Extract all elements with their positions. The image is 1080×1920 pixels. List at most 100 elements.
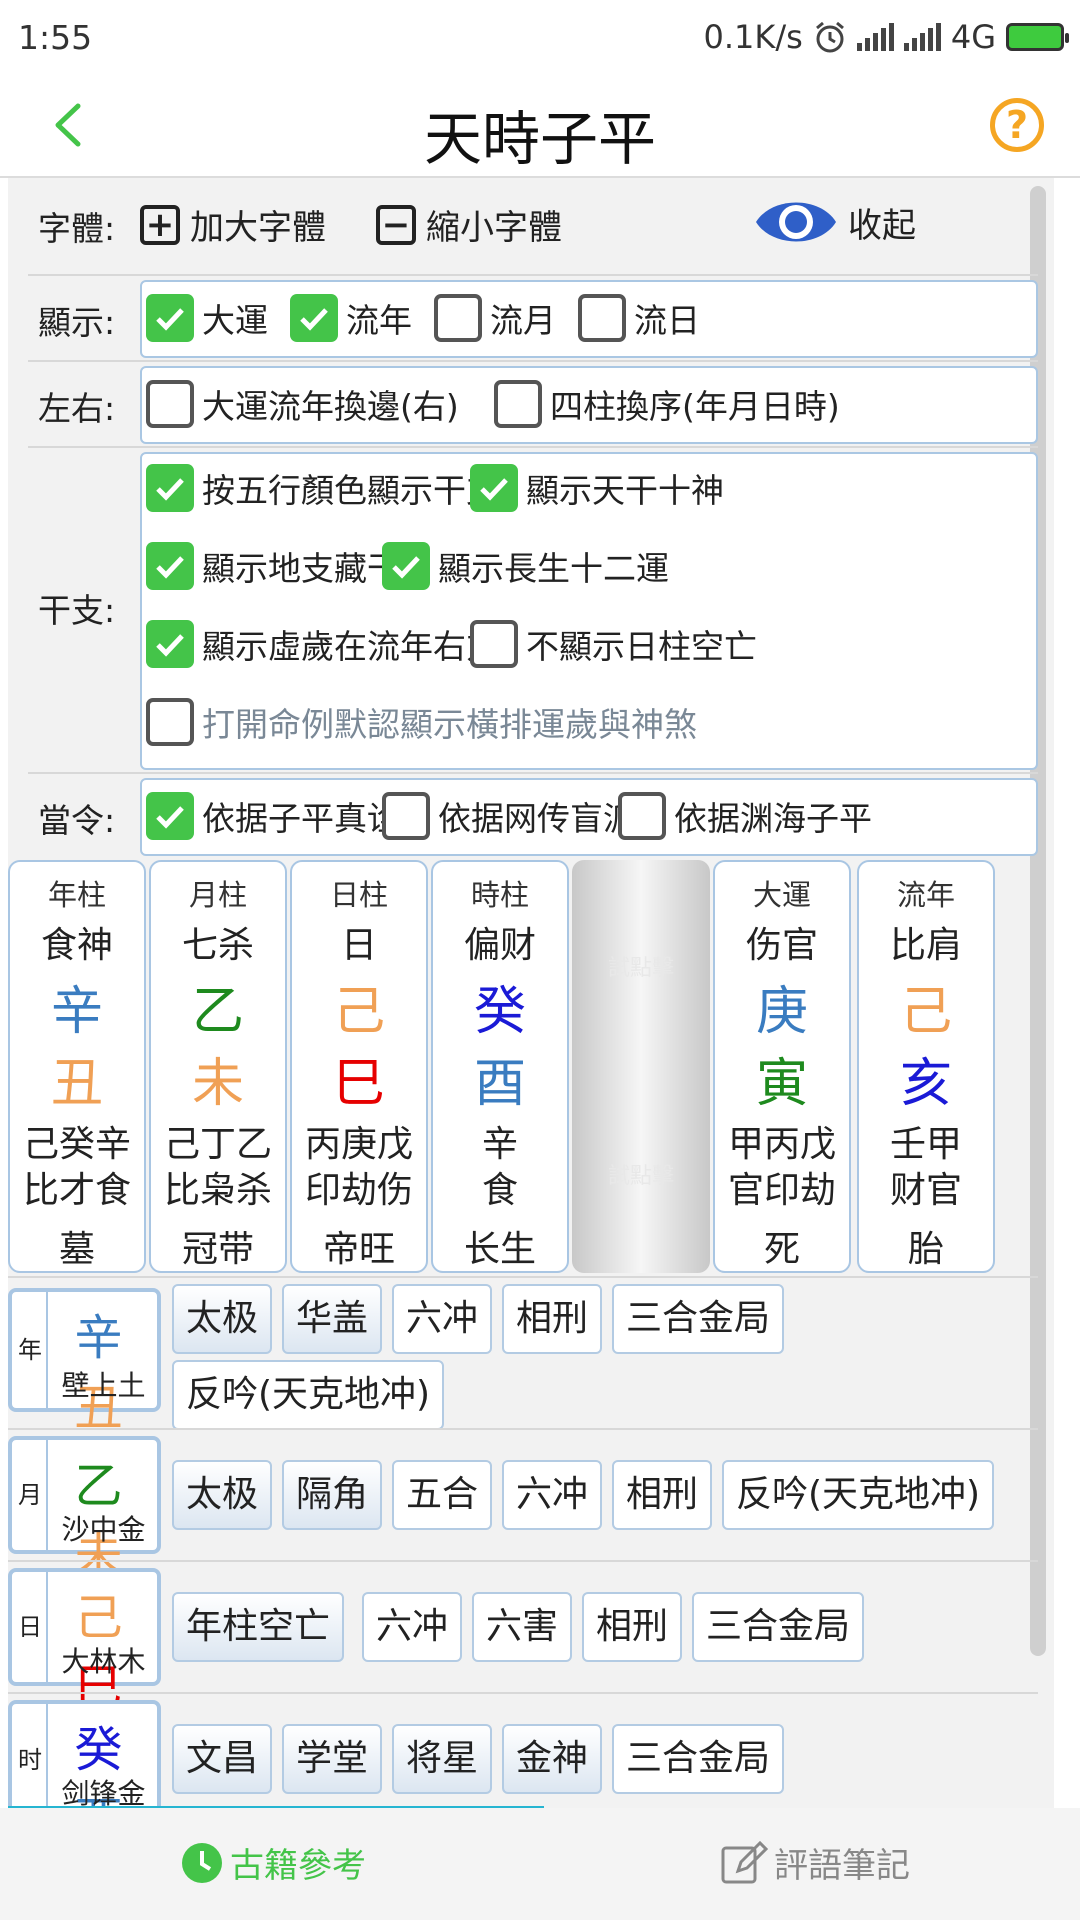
tap-hint-top: 試點擊 bbox=[607, 956, 674, 981]
alarm-icon bbox=[815, 21, 844, 53]
minus-icon: − bbox=[376, 204, 416, 245]
tag-wuhe[interactable]: 五合 bbox=[392, 1460, 493, 1530]
detail-row-day: 日 己巳 大林木 年柱空亡 六冲 六害 相刑 三合金局 bbox=[8, 1560, 1038, 1716]
checkbox-liuyue[interactable]: 流月 bbox=[434, 294, 556, 342]
pillar-liunian[interactable]: 流年 比肩 己 亥 壬甲 财官 胎 bbox=[857, 860, 995, 1273]
dangling-options: 依据子平真诠 依据网传盲派 依据渊海子平 bbox=[140, 778, 1038, 856]
status-icons: 0.1K/s 4G bbox=[703, 18, 1069, 56]
tag-liuchong[interactable]: 六冲 bbox=[362, 1592, 463, 1662]
pillar-month[interactable]: 月柱 七杀 乙 未 己丁乙 比枭杀 冠带 bbox=[149, 860, 287, 1273]
tab-notes[interactable]: 評語筆記 bbox=[720, 1838, 910, 1887]
checkbox-changsheng[interactable]: 顯示長生十二運 bbox=[382, 542, 669, 590]
checkbox-xusui[interactable]: 顯示虛歲在流年右方 bbox=[146, 620, 499, 668]
unchecked-icon bbox=[494, 380, 542, 428]
tag-fanyin[interactable]: 反吟(天克地冲) bbox=[172, 1360, 445, 1430]
font-row: 字體: + 加大字體 − 縮小字體 收起 bbox=[28, 178, 1038, 274]
tag-liuhai[interactable]: 六害 bbox=[472, 1592, 573, 1662]
signal-icon bbox=[856, 23, 894, 51]
unchecked-icon bbox=[434, 294, 482, 342]
unchecked-icon bbox=[146, 380, 194, 428]
ganzhi-label-month[interactable]: 月 乙未 沙中金 bbox=[8, 1436, 161, 1584]
status-time: 1:55 bbox=[18, 17, 93, 57]
tag-fanyin[interactable]: 反吟(天克地冲) bbox=[722, 1460, 995, 1530]
unchecked-icon bbox=[618, 792, 666, 840]
help-icon[interactable]: ? bbox=[990, 98, 1044, 152]
checkbox-hide-kongwang[interactable]: 不顯示日柱空亡 bbox=[470, 620, 757, 668]
checkbox-mangpai[interactable]: 依据网传盲派 bbox=[382, 792, 636, 840]
checked-icon bbox=[146, 792, 194, 840]
font-label: 字體: bbox=[38, 209, 116, 248]
tag-xiangxing[interactable]: 相刑 bbox=[612, 1460, 713, 1530]
detail-row-month: 月 乙未 沙中金 太极 隔角 五合 六冲 相刑 反吟(天克地冲) bbox=[8, 1428, 1038, 1584]
ganzhi-options: 按五行顏色顯示干支 顯示天干十神 顯示地支藏干 顯示長生十二運 顯示虛歲在流年右… bbox=[140, 452, 1038, 770]
tag-taiji[interactable]: 太极 bbox=[172, 1284, 273, 1354]
pillar-dayun[interactable]: 大運 伤官 庚 寅 甲丙戊 官印劫 死 bbox=[713, 860, 851, 1273]
ganzhi-label: 干支: bbox=[38, 591, 116, 630]
checkbox-default-horizontal[interactable]: 打開命例默認顯示橫排運歲與神煞 bbox=[146, 698, 697, 746]
pillar-year[interactable]: 年柱 食神 辛 丑 己癸辛 比才食 墓 bbox=[8, 860, 146, 1273]
page-title: 天時子平 bbox=[423, 105, 656, 173]
tag-taiji[interactable]: 太极 bbox=[172, 1460, 273, 1530]
tag-xiangxing[interactable]: 相刑 bbox=[582, 1592, 683, 1662]
tag-gejiao[interactable]: 隔角 bbox=[282, 1460, 383, 1530]
tab-ancient-books[interactable]: 古籍參考 bbox=[180, 1838, 366, 1887]
tag-wenchang[interactable]: 文昌 bbox=[172, 1724, 273, 1794]
collapse-button[interactable]: 收起 bbox=[754, 192, 916, 252]
tag-jinshen[interactable]: 金神 bbox=[502, 1724, 603, 1794]
pillar-day[interactable]: 日柱 日 己 巳 丙庚戊 印劫伤 帝旺 bbox=[290, 860, 428, 1273]
left-right-label: 左右: bbox=[38, 389, 116, 428]
tag-jiangxing[interactable]: 将星 bbox=[392, 1724, 493, 1794]
checkbox-ziping[interactable]: 依据子平真诠 bbox=[146, 792, 400, 840]
checkbox-liunian[interactable]: 流年 bbox=[290, 294, 412, 342]
checkbox-swap-order[interactable]: 四柱換序(年月日時) bbox=[494, 380, 840, 428]
ganzhi-label-hour[interactable]: 时 癸酉 剑锋金 bbox=[8, 1700, 161, 1808]
tag-kongwang[interactable]: 年柱空亡 bbox=[172, 1592, 345, 1662]
unchecked-icon bbox=[146, 698, 194, 746]
ganzhi-row: 干支: 按五行顏色顯示干支 顯示天干十神 顯示地支藏干 顯示長生十二運 顯示虛歲… bbox=[28, 446, 1038, 774]
tag-liuchong[interactable]: 六冲 bbox=[392, 1284, 493, 1354]
checkbox-swap-side[interactable]: 大運流年換邊(右) bbox=[146, 380, 459, 428]
decrease-font-button[interactable]: − 縮小字體 bbox=[376, 200, 562, 249]
detail-row-hour: 时 癸酉 剑锋金 文昌 学堂 将星 金神 三合金局 bbox=[8, 1692, 1038, 1808]
unchecked-icon bbox=[578, 294, 626, 342]
tap-hint-bottom: 試點擊 bbox=[607, 1164, 674, 1189]
eye-icon bbox=[756, 202, 836, 242]
checkbox-tiangan-shishen[interactable]: 顯示天干十神 bbox=[470, 464, 724, 512]
checkbox-dizhi-canggan[interactable]: 顯示地支藏干 bbox=[146, 542, 400, 590]
pillar-hour[interactable]: 時柱 偏财 癸 酉 辛 食 长生 bbox=[431, 860, 569, 1273]
collapse-label: 收起 bbox=[848, 205, 916, 246]
tag-liuchong[interactable]: 六冲 bbox=[502, 1460, 603, 1530]
tap-placeholder-column[interactable]: 試點擊 試點擊 bbox=[572, 860, 710, 1273]
checkbox-dayun[interactable]: 大運 bbox=[146, 294, 268, 342]
tag-xuetang[interactable]: 学堂 bbox=[282, 1724, 383, 1794]
plus-icon: + bbox=[140, 204, 180, 245]
edit-icon bbox=[721, 1840, 768, 1883]
checkbox-liuri[interactable]: 流日 bbox=[578, 294, 700, 342]
tag-sanhe[interactable]: 三合金局 bbox=[612, 1284, 785, 1354]
checked-icon bbox=[146, 620, 194, 668]
dangling-row: 當令: 依据子平真诠 依据网传盲派 依据渊海子平 bbox=[28, 772, 1038, 860]
clock-icon bbox=[182, 1842, 222, 1883]
tag-sanhe[interactable]: 三合金局 bbox=[612, 1724, 785, 1794]
checked-icon bbox=[146, 294, 194, 342]
ganzhi-label-year[interactable]: 年 辛丑 壁上土 bbox=[8, 1288, 161, 1436]
network-speed: 0.1K/s bbox=[703, 18, 803, 56]
unchecked-icon bbox=[382, 792, 430, 840]
bottom-tab-bar: 古籍參考 評語筆記 bbox=[0, 1808, 1080, 1920]
left-right-row: 左右: 大運流年換邊(右) 四柱換序(年月日時) bbox=[28, 360, 1038, 448]
settings-panel: 字體: + 加大字體 − 縮小字體 收起 顯示: 大運 流年 流月 流日 左右:… bbox=[8, 178, 1054, 1808]
increase-font-button[interactable]: + 加大字體 bbox=[140, 200, 326, 249]
signal-icon-2 bbox=[903, 23, 941, 51]
display-label: 顯示: bbox=[38, 303, 116, 342]
checkbox-wuxing-color[interactable]: 按五行顏色顯示干支 bbox=[146, 464, 499, 512]
detail-row-year: 年 辛丑 壁上土 太极 华盖 六冲 相刑 三合金局 反吟(天克地冲) bbox=[8, 1276, 1038, 1436]
decrease-font-label: 縮小字體 bbox=[426, 208, 562, 248]
checkbox-yuanhai[interactable]: 依据渊海子平 bbox=[618, 792, 872, 840]
tag-sanhe[interactable]: 三合金局 bbox=[692, 1592, 865, 1662]
increase-font-label: 加大字體 bbox=[190, 208, 326, 248]
left-right-options: 大運流年換邊(右) 四柱換序(年月日時) bbox=[140, 366, 1038, 444]
tag-xiangxing[interactable]: 相刑 bbox=[502, 1284, 603, 1354]
battery-icon bbox=[1006, 23, 1069, 51]
ganzhi-label-day[interactable]: 日 己巳 大林木 bbox=[8, 1568, 161, 1716]
tag-huagai[interactable]: 华盖 bbox=[282, 1284, 383, 1354]
